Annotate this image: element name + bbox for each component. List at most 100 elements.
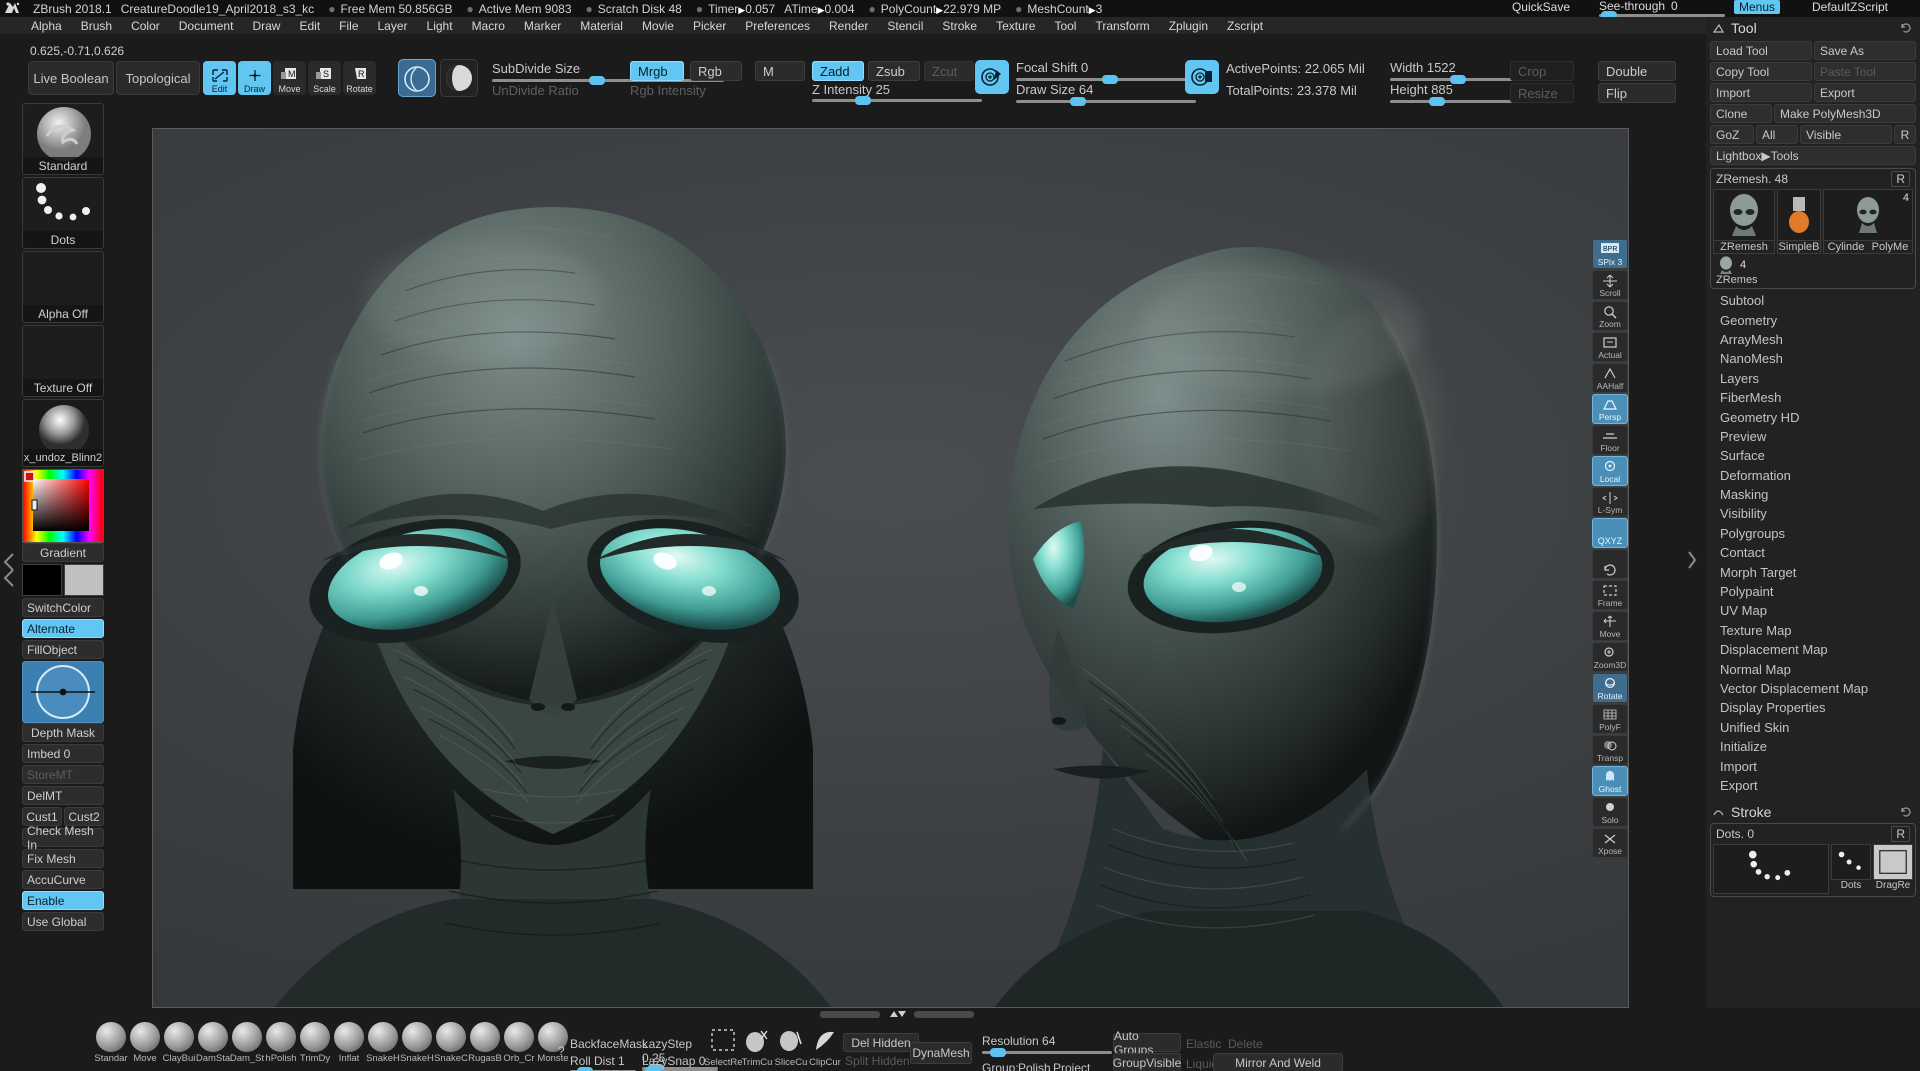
zremesh-r-badge[interactable]: R bbox=[1891, 171, 1910, 187]
fill-object-button[interactable]: FillObject bbox=[22, 640, 104, 659]
goz-r-button[interactable]: R bbox=[1894, 125, 1916, 144]
section-display-properties[interactable]: Display Properties bbox=[1706, 698, 1920, 717]
tool-slot-simpleb[interactable]: SimpleB bbox=[1777, 189, 1821, 254]
menu-preferences[interactable]: Preferences bbox=[736, 18, 819, 34]
section-contact[interactable]: Contact bbox=[1706, 543, 1920, 562]
stroke-slot-dots[interactable] bbox=[1713, 844, 1829, 894]
alpha-swatch[interactable]: Alpha Off bbox=[22, 251, 104, 323]
section-texture-map[interactable]: Texture Map bbox=[1706, 621, 1920, 640]
tool-slot-row-2[interactable]: 4 bbox=[1713, 254, 1913, 274]
section-initialize[interactable]: Initialize bbox=[1706, 737, 1920, 756]
alternate-button[interactable]: Alternate bbox=[22, 619, 104, 638]
menu-marker[interactable]: Marker bbox=[515, 18, 570, 34]
brush-claybuildup[interactable]: ClayBui bbox=[160, 1022, 198, 1064]
section-import[interactable]: Import bbox=[1706, 756, 1920, 775]
section-nanomesh[interactable]: NanoMesh bbox=[1706, 349, 1920, 368]
move-mode-button[interactable]: M Move bbox=[273, 61, 306, 95]
section-uv-map[interactable]: UV Map bbox=[1706, 601, 1920, 620]
brush-damstandard[interactable]: DamSta bbox=[194, 1022, 232, 1064]
brush-inflate[interactable]: Inflat bbox=[330, 1022, 368, 1064]
resolution-slider[interactable]: Resolution 64 bbox=[982, 1034, 1112, 1054]
brush-snakehook-2[interactable]: SnakeH bbox=[398, 1022, 436, 1064]
use-global-button[interactable]: Use Global bbox=[22, 912, 104, 931]
scroll-right-pill[interactable] bbox=[914, 1011, 974, 1018]
enable-button[interactable]: Enable bbox=[22, 891, 104, 910]
stroke-r-badge[interactable]: R bbox=[1891, 826, 1910, 842]
roll-dist-slider[interactable]: Roll Dist 1 bbox=[570, 1054, 636, 1071]
menu-tool[interactable]: Tool bbox=[1045, 18, 1085, 34]
double-button[interactable]: Double bbox=[1598, 61, 1676, 81]
depth-mask-label[interactable]: Depth Mask bbox=[22, 723, 104, 742]
store-mt-button[interactable]: StoreMT bbox=[22, 765, 104, 784]
menu-movie[interactable]: Movie bbox=[633, 18, 683, 34]
lightbox-tools-button[interactable]: Lightbox▶Tools bbox=[1710, 146, 1916, 165]
zoom-icon-button[interactable]: Zoom bbox=[1592, 301, 1628, 331]
stroke-panel-refresh-icon[interactable] bbox=[1900, 806, 1912, 818]
tool-panel-header[interactable]: Tool bbox=[1706, 17, 1920, 39]
canvas-scroll-controls[interactable] bbox=[820, 1008, 974, 1020]
draw-size-track[interactable] bbox=[1016, 100, 1196, 103]
topological-button[interactable]: Topological bbox=[116, 61, 200, 95]
clone-button[interactable]: Clone bbox=[1710, 104, 1772, 123]
crop-button[interactable]: Crop bbox=[1510, 61, 1574, 81]
gradient-button[interactable]: Gradient bbox=[22, 543, 104, 562]
tool-browser-header[interactable]: ZRemesh. 48 R bbox=[1713, 171, 1913, 189]
menu-stroke[interactable]: Stroke bbox=[933, 18, 986, 34]
move-3d-icon-button[interactable]: Move bbox=[1592, 611, 1628, 641]
rotate-mode-button[interactable]: R Rotate bbox=[343, 61, 376, 95]
section-layers[interactable]: Layers bbox=[1706, 369, 1920, 388]
color-picker[interactable] bbox=[22, 469, 104, 543]
select-rect-button[interactable]: SelectRe bbox=[704, 1028, 742, 1068]
scroll-left-pill[interactable] bbox=[820, 1011, 880, 1018]
load-tool-button[interactable]: Load Tool bbox=[1710, 41, 1812, 60]
edit-mode-button[interactable]: Edit bbox=[203, 61, 236, 95]
menu-texture[interactable]: Texture bbox=[987, 18, 1044, 34]
menu-transform[interactable]: Transform bbox=[1086, 18, 1158, 34]
section-normal-map[interactable]: Normal Map bbox=[1706, 659, 1920, 678]
resize-button[interactable]: Resize bbox=[1510, 83, 1574, 103]
menu-brush[interactable]: Brush bbox=[72, 18, 121, 34]
paste-tool-button[interactable]: Paste Tool bbox=[1814, 62, 1916, 81]
save-as-button[interactable]: Save As bbox=[1814, 41, 1916, 60]
mirror-and-weld-button[interactable]: Mirror And Weld bbox=[1213, 1053, 1343, 1071]
polyframe-icon-button[interactable]: PolyF bbox=[1592, 704, 1628, 734]
flip-button[interactable]: Flip bbox=[1598, 83, 1676, 103]
brush-dam-st[interactable]: Dam_St bbox=[228, 1022, 266, 1064]
stroke-slot-dots-label[interactable]: Dots bbox=[1831, 844, 1871, 894]
goz-button[interactable]: GoZ bbox=[1710, 125, 1754, 144]
del-mt-button[interactable]: DelMT bbox=[22, 786, 104, 805]
secondary-color-swatch[interactable] bbox=[64, 564, 104, 596]
m-button[interactable]: M bbox=[755, 61, 805, 81]
menu-macro[interactable]: Macro bbox=[463, 18, 514, 34]
section-subtool[interactable]: Subtool bbox=[1706, 291, 1920, 310]
solo-icon-button[interactable]: Solo bbox=[1592, 797, 1628, 827]
section-unified-skin[interactable]: Unified Skin bbox=[1706, 718, 1920, 737]
frame-icon-button[interactable]: Frame bbox=[1592, 580, 1628, 610]
mrgb-button[interactable]: Mrgb bbox=[630, 61, 684, 81]
stroke-panel-header[interactable]: Stroke bbox=[1706, 801, 1920, 823]
section-morph-target[interactable]: Morph Target bbox=[1706, 562, 1920, 581]
zcut-button[interactable]: Zcut bbox=[924, 61, 974, 81]
quicksave-button[interactable]: QuickSave bbox=[1512, 0, 1570, 14]
axis-icon-button[interactable]: QXYZ bbox=[1592, 518, 1628, 548]
accu-curve-button[interactable]: AccuCurve bbox=[22, 870, 104, 889]
menu-document[interactable]: Document bbox=[170, 18, 243, 34]
switch-color-button[interactable]: SwitchColor bbox=[22, 598, 104, 617]
section-polypaint[interactable]: Polypaint bbox=[1706, 582, 1920, 601]
menu-alpha[interactable]: Alpha bbox=[22, 18, 71, 34]
default-zscript-label[interactable]: DefaultZScript bbox=[1812, 0, 1888, 14]
xpose-icon-button[interactable]: Xpose bbox=[1592, 828, 1628, 858]
brush-help-icon[interactable]: ? bbox=[558, 1044, 565, 1058]
import-button[interactable]: Import bbox=[1710, 83, 1812, 102]
brush-move[interactable]: Move bbox=[126, 1022, 164, 1064]
menu-light[interactable]: Light bbox=[418, 18, 462, 34]
section-deformation[interactable]: Deformation bbox=[1706, 466, 1920, 485]
brush-snakehook-1[interactable]: SnakeH bbox=[364, 1022, 402, 1064]
menu-render[interactable]: Render bbox=[820, 18, 877, 34]
stroke-slot-dragrect[interactable]: DragRe bbox=[1873, 844, 1913, 894]
menu-color[interactable]: Color bbox=[122, 18, 169, 34]
auto-groups-button[interactable]: Auto Groups bbox=[1113, 1033, 1181, 1052]
section-export[interactable]: Export bbox=[1706, 776, 1920, 795]
trim-curve-button[interactable]: TrimCu bbox=[738, 1028, 776, 1068]
section-visibility[interactable]: Visibility bbox=[1706, 504, 1920, 523]
